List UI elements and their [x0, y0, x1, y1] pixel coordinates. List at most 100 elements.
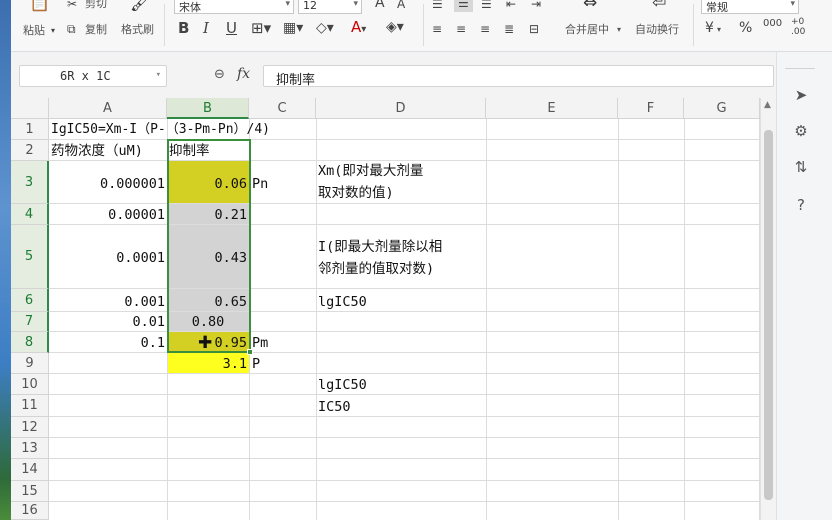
align-left-icon[interactable]: ≡ — [432, 22, 442, 36]
cell-a4[interactable]: 0.00001 — [49, 207, 165, 223]
align-center-icon[interactable]: ≡ — [456, 22, 466, 36]
chevron-down-icon[interactable]: ▾ — [617, 23, 621, 36]
cell-d11[interactable]: IC50 — [318, 399, 351, 415]
cell-d3-line1[interactable]: Xm(即对最大剂量 — [318, 163, 423, 179]
scroll-up-icon[interactable]: ▲ — [764, 100, 771, 110]
font-name-select[interactable]: 宋体 ▾ — [174, 0, 294, 14]
column-header-a[interactable]: A — [49, 98, 167, 119]
gridline — [49, 203, 760, 204]
copy-icon[interactable]: ⧉ — [67, 22, 76, 36]
vertical-scrollbar[interactable]: ▲ — [760, 98, 776, 520]
italic-button[interactable]: I — [203, 21, 209, 36]
increase-decimal-icon[interactable]: +0.00 — [791, 17, 805, 37]
cell-d5-line1[interactable]: I(即最大剂量除以相 — [318, 239, 442, 255]
row-header-10[interactable]: 10 — [11, 374, 49, 395]
row-header-4[interactable]: 4 — [11, 204, 49, 225]
cell-a7[interactable]: 0.01 — [49, 314, 165, 330]
bold-button[interactable]: B — [178, 21, 189, 36]
properties-sliders-icon[interactable]: ⚙ — [791, 122, 811, 140]
select-all-corner[interactable] — [11, 98, 49, 119]
help-icon[interactable]: ? — [791, 196, 811, 214]
fill-color-icon[interactable]: ◇▾ — [316, 21, 334, 35]
cut-button[interactable]: 剪切 — [85, 0, 107, 10]
indent-decrease-icon[interactable]: ⇤ — [506, 0, 516, 11]
fill-handle[interactable] — [247, 349, 253, 355]
font-grow-icon[interactable]: A — [375, 0, 385, 10]
underline-button[interactable]: U — [226, 21, 237, 36]
chevron-down-icon[interactable]: ▾ — [717, 23, 721, 36]
font-color-icon[interactable]: A▾ — [351, 20, 366, 37]
row-header-15[interactable]: 15 — [11, 481, 49, 502]
column-header-b[interactable]: B — [167, 98, 249, 119]
wrap-text-icon[interactable]: ⏎ — [652, 0, 666, 12]
row-header-1[interactable]: 1 — [11, 119, 49, 140]
font-shrink-icon[interactable]: A — [397, 0, 405, 11]
cell-c3[interactable]: Pn — [252, 176, 268, 192]
format-painter-icon[interactable]: 🖌 — [130, 0, 152, 12]
cell-a6[interactable]: 0.001 — [49, 294, 165, 310]
fx-icon[interactable]: fx — [237, 66, 250, 82]
column-header-e[interactable]: E — [486, 98, 618, 119]
justify-icon[interactable]: ≣ — [504, 22, 514, 36]
row-header-11[interactable]: 11 — [11, 395, 49, 417]
cell-d10[interactable]: lgIC50 — [318, 377, 367, 393]
borders-icon[interactable]: ⊞▾ — [251, 21, 271, 36]
select-pointer-icon[interactable]: ➤ — [791, 86, 811, 104]
cell-b9[interactable]: 3.1 — [167, 356, 247, 372]
cell-a2[interactable]: 药物浓度（uM) — [51, 143, 143, 159]
paste-icon[interactable]: 📋 — [29, 0, 50, 12]
paste-button[interactable]: 粘贴 — [23, 24, 45, 37]
cell-a1[interactable]: IgIC50=Xm-I（P-（3-Pm-Pn）/4) — [51, 122, 270, 138]
number-format-select[interactable]: 常规 ▾ — [701, 0, 799, 14]
column-header-d[interactable]: D — [316, 98, 486, 119]
copy-button[interactable]: 复制 — [85, 23, 107, 36]
chevron-down-icon[interactable]: ▾ — [156, 70, 161, 80]
paste-dropdown-icon[interactable]: ▾ — [51, 24, 55, 38]
row-header-2[interactable]: 2 — [11, 140, 49, 161]
row-header-8[interactable]: 8 — [11, 332, 49, 353]
row-header-14[interactable]: 14 — [11, 459, 49, 481]
currency-button[interactable]: ¥ — [705, 21, 714, 35]
thousands-separator-icon[interactable]: 000 — [763, 19, 782, 29]
font-size-select[interactable]: 12 ▾ — [298, 0, 362, 14]
row-header-13[interactable]: 13 — [11, 438, 49, 459]
row-header-6[interactable]: 6 — [11, 289, 49, 312]
row-header-7[interactable]: 7 — [11, 312, 49, 332]
format-painter-button[interactable]: 格式刷 — [121, 23, 154, 36]
cell-a3[interactable]: 0.000001 — [49, 176, 165, 192]
cell-a5[interactable]: 0.0001 — [49, 250, 165, 266]
cell-c8[interactable]: Pm — [252, 335, 268, 351]
column-header-g[interactable]: G — [684, 98, 760, 119]
filter-sort-icon[interactable]: ⇅ — [791, 158, 811, 176]
wrap-text-button[interactable]: 自动换行 — [635, 23, 679, 36]
cell-d6[interactable]: lgIC50 — [318, 294, 367, 310]
cell-c9[interactable]: P — [252, 356, 260, 372]
column-header-f[interactable]: F — [618, 98, 684, 119]
zoom-search-icon[interactable]: ⊖ — [214, 67, 225, 82]
cell-d5-line2[interactable]: 邻剂量的值取对数) — [318, 261, 434, 277]
align-middle-icon[interactable]: ☰ — [454, 0, 473, 12]
row-header-16[interactable]: 16 — [11, 502, 49, 520]
formula-input[interactable]: 抑制率 — [263, 65, 774, 88]
align-right-icon[interactable]: ≡ — [480, 22, 490, 36]
row-header-3[interactable]: 3 — [11, 161, 49, 204]
column-header-c[interactable]: C — [249, 98, 316, 119]
merge-center-button[interactable]: 合并居中 — [565, 23, 609, 36]
spreadsheet-grid[interactable]: IgIC50=Xm-I（P-（3-Pm-Pn）/4) 药物浓度（uM) 抑制率 … — [49, 119, 760, 520]
name-box[interactable]: 6R x 1C ▾ — [19, 65, 167, 87]
scissors-icon[interactable]: ✂ — [67, 0, 77, 11]
cell-d3-line2[interactable]: 取对数的值) — [318, 185, 394, 201]
indent-increase-icon[interactable]: ⇥ — [531, 0, 541, 11]
percent-button[interactable]: % — [739, 21, 752, 35]
merge-center-icon[interactable]: ⇔ — [583, 0, 597, 12]
clear-format-icon[interactable]: ◈▾ — [386, 20, 404, 34]
align-top-icon[interactable]: ☰ — [432, 0, 443, 11]
align-bottom-icon[interactable]: ☰ — [481, 0, 492, 11]
row-header-5[interactable]: 5 — [11, 225, 49, 289]
row-header-9[interactable]: 9 — [11, 353, 49, 374]
row-header-12[interactable]: 12 — [11, 417, 49, 438]
cell-style-icon[interactable]: ▦▾ — [283, 21, 303, 35]
scrollbar-thumb[interactable] — [764, 130, 773, 500]
distributed-icon[interactable]: ⊟ — [529, 22, 539, 36]
cell-a8[interactable]: 0.1 — [49, 335, 165, 351]
